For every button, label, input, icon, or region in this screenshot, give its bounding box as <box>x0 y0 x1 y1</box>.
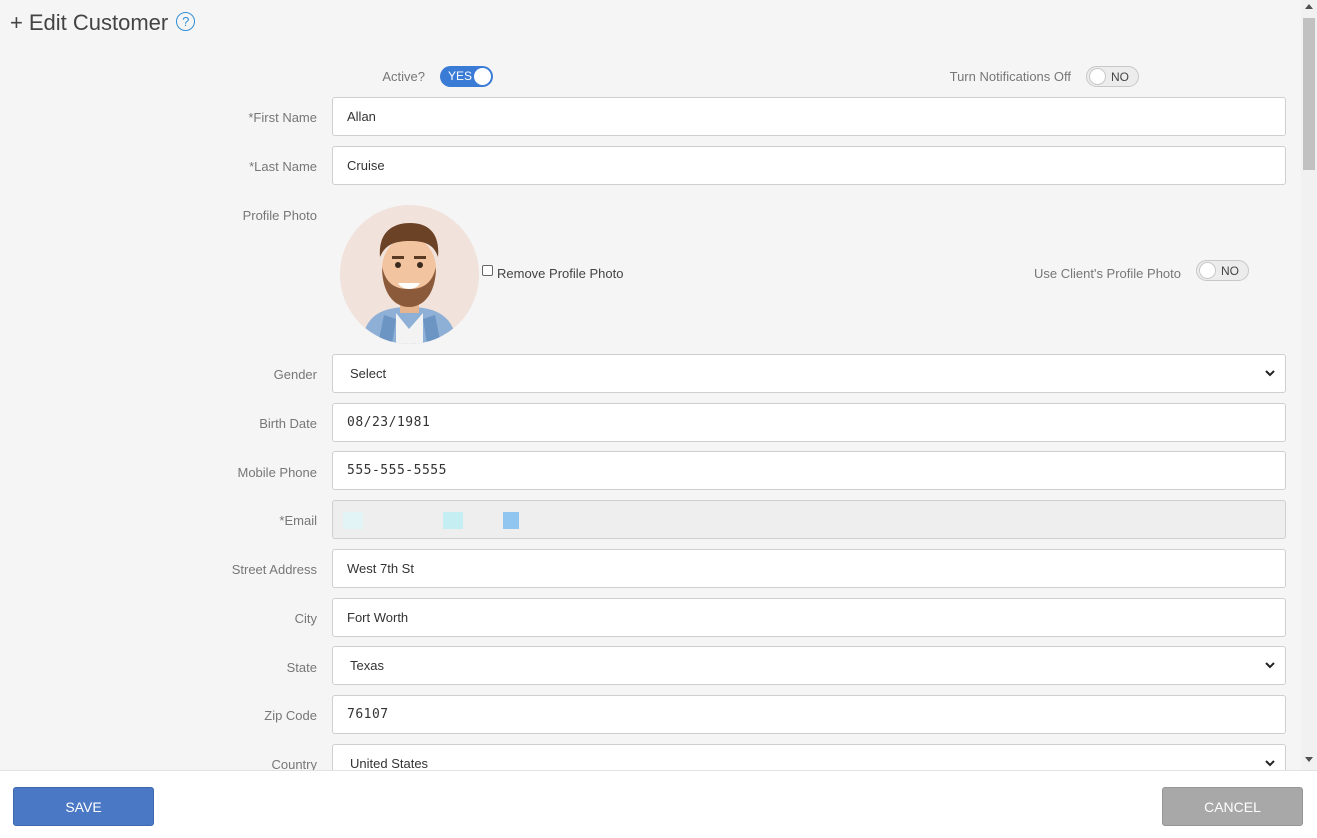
email-redacted-block <box>503 512 519 529</box>
scroll-down-arrow-icon[interactable] <box>1305 757 1313 762</box>
mobile-phone-label: Mobile Phone <box>237 465 318 480</box>
profile-photo-avatar[interactable] <box>340 205 479 344</box>
page-title: + Edit Customer ? <box>10 10 196 36</box>
remove-photo-checkbox[interactable] <box>482 265 493 276</box>
chevron-down-icon <box>1265 662 1275 669</box>
toggle-knob <box>474 68 491 85</box>
active-label: Active? <box>382 69 425 84</box>
scroll-up-arrow-icon[interactable] <box>1305 4 1313 9</box>
chevron-down-icon <box>1265 760 1275 767</box>
profile-photo-label: Profile Photo <box>242 208 317 223</box>
toggle-knob <box>1089 68 1106 85</box>
birth-date-label: Birth Date <box>259 416 317 431</box>
city-input[interactable]: Fort Worth <box>332 598 1286 637</box>
form-footer: SAVE CANCEL <box>0 770 1317 838</box>
vertical-scrollbar[interactable] <box>1301 0 1317 770</box>
city-label: City <box>294 611 317 626</box>
email-redacted-block <box>443 512 463 529</box>
birth-date-input[interactable]: 08/23/1981 <box>332 403 1286 442</box>
state-label: State <box>286 660 317 675</box>
country-select[interactable]: United States <box>332 744 1286 770</box>
client-photo-toggle[interactable]: NO <box>1196 260 1249 281</box>
gender-select-value: Select <box>350 366 387 381</box>
notifications-toggle[interactable]: NO <box>1086 66 1139 87</box>
last-name-label: *Last Name <box>249 159 317 174</box>
help-icon[interactable]: ? <box>176 11 196 31</box>
client-photo-label: Use Client's Profile Photo <box>1034 266 1181 281</box>
mobile-phone-input[interactable]: 555-555-5555 <box>332 451 1286 490</box>
active-toggle-text: YES <box>448 69 473 83</box>
active-toggle[interactable]: YES <box>440 66 493 87</box>
email-input <box>332 500 1286 539</box>
email-label: *Email <box>279 513 317 528</box>
state-select[interactable]: Texas <box>332 646 1286 685</box>
country-select-value: United States <box>350 756 429 770</box>
remove-photo-label[interactable]: Remove Profile Photo <box>497 266 623 281</box>
street-input[interactable]: West 7th St <box>332 549 1286 588</box>
page-title-text: Edit Customer <box>28 10 169 35</box>
scrollbar-thumb[interactable] <box>1303 18 1315 170</box>
notifications-toggle-text: NO <box>1111 70 1129 84</box>
email-redacted-block <box>343 512 363 529</box>
avatar-illustration <box>340 205 479 344</box>
client-photo-toggle-text: NO <box>1221 264 1239 278</box>
toggle-knob <box>1199 262 1216 279</box>
gender-select[interactable]: Select <box>332 354 1286 393</box>
notifications-label: Turn Notifications Off <box>949 69 1071 84</box>
cancel-button[interactable]: CANCEL <box>1162 787 1303 826</box>
save-button[interactable]: SAVE <box>13 787 154 826</box>
zip-input[interactable]: 76107 <box>332 695 1286 734</box>
add-icon: + <box>10 10 23 35</box>
form-scroll-area[interactable]: + Edit Customer ? Active? YES Turn Notif… <box>0 0 1301 770</box>
gender-label: Gender <box>273 367 317 382</box>
street-label: Street Address <box>231 562 317 577</box>
first-name-input[interactable]: Allan <box>332 97 1286 136</box>
chevron-down-icon <box>1265 370 1275 377</box>
last-name-input[interactable]: Cruise <box>332 146 1286 185</box>
zip-label: Zip Code <box>264 708 317 723</box>
state-select-value: Texas <box>350 658 384 673</box>
country-label: Country <box>271 757 317 770</box>
first-name-label: *First Name <box>248 110 317 125</box>
